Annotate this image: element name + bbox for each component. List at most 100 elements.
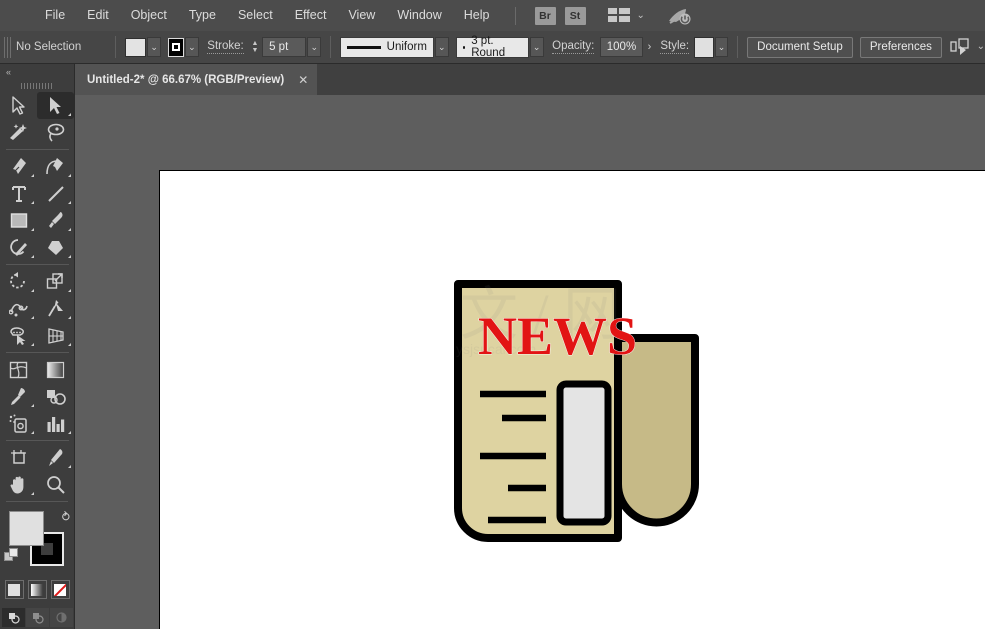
fill-color-swatch[interactable]	[125, 38, 146, 57]
menu-item-effect[interactable]: Effect	[284, 0, 338, 31]
stroke-weight-input[interactable]: 5 pt	[262, 37, 306, 57]
symbol-sprayer-tool[interactable]	[0, 410, 37, 437]
menu-item-select[interactable]: Select	[227, 0, 284, 31]
align-transform-icon[interactable]	[950, 38, 970, 56]
stroke-profile-select[interactable]: Uniform	[340, 37, 434, 58]
opacity-expand-icon[interactable]: ›	[643, 37, 655, 57]
canvas-area[interactable]: 文 / 网 ysjsucai.com NEWS	[75, 95, 985, 629]
gradient-mode-button[interactable]	[28, 580, 47, 599]
line-segment-tool[interactable]	[37, 180, 74, 207]
brush-definition-select[interactable]: 3 pt. Round	[456, 37, 529, 58]
perspective-grid-tool[interactable]	[37, 322, 74, 349]
stroke-weight-chevron-down-icon[interactable]: ⌄	[307, 37, 321, 57]
pen-tool[interactable]	[0, 153, 37, 180]
paintbrush-tool[interactable]	[37, 207, 74, 234]
tool-flyout-icon[interactable]	[31, 255, 34, 258]
menu-item-object[interactable]: Object	[120, 0, 178, 31]
tool-flyout-icon[interactable]	[68, 343, 71, 346]
tool-flyout-icon[interactable]	[31, 431, 34, 434]
opacity-label[interactable]: Opacity:	[552, 40, 594, 54]
stroke-chevron-down-icon[interactable]: ⌄	[185, 37, 199, 57]
stepper-down-icon[interactable]: ▼	[252, 47, 259, 54]
magic-wand-tool[interactable]	[0, 119, 37, 146]
menu-item-help[interactable]: Help	[453, 0, 501, 31]
graphic-style-swatch[interactable]	[694, 37, 714, 58]
mesh-tool[interactable]	[0, 356, 37, 383]
tool-flyout-icon[interactable]	[31, 174, 34, 177]
shape-builder-tool[interactable]	[0, 322, 37, 349]
color-mode-button[interactable]	[5, 580, 24, 599]
tool-flyout-icon[interactable]	[68, 228, 71, 231]
stroke-weight-label[interactable]: Stroke:	[207, 40, 243, 54]
selection-tool[interactable]	[0, 92, 37, 119]
newspaper-icon[interactable]: 文 / 网 ysjsucai.com NEWS	[450, 276, 720, 561]
eraser-tool[interactable]	[37, 234, 74, 261]
brush-chevron-down-icon[interactable]: ⌄	[530, 37, 544, 57]
menu-item-window[interactable]: Window	[386, 0, 452, 31]
artboard[interactable]: 文 / 网 ysjsucai.com NEWS	[159, 170, 985, 629]
lasso-tool[interactable]	[37, 119, 74, 146]
arrange-chevron-down-icon[interactable]: ⌄	[637, 11, 645, 21]
column-graph-tool[interactable]	[37, 410, 74, 437]
gradient-tool[interactable]	[37, 356, 74, 383]
tool-flyout-icon[interactable]	[31, 289, 34, 292]
curvature-tool[interactable]	[37, 153, 74, 180]
shaper-tool[interactable]	[0, 234, 37, 261]
style-chevron-down-icon[interactable]: ⌄	[715, 37, 729, 57]
stroke-weight-stepper[interactable]: ▲ ▼	[250, 37, 260, 57]
menu-item-type[interactable]: Type	[178, 0, 227, 31]
stepper-up-icon[interactable]: ▲	[252, 40, 259, 47]
style-label[interactable]: Style:	[660, 40, 689, 54]
tool-flyout-icon[interactable]	[31, 492, 34, 495]
transform-chevron-down-icon[interactable]: ⌄	[977, 42, 985, 52]
free-transform-tool[interactable]	[37, 295, 74, 322]
tool-flyout-icon[interactable]	[68, 174, 71, 177]
artboard-tool[interactable]	[0, 444, 37, 471]
tools-panel-grip[interactable]	[21, 79, 53, 92]
draw-normal-mode-button[interactable]	[2, 608, 25, 627]
tool-flyout-icon[interactable]	[68, 113, 71, 116]
bridge-icon[interactable]: Br	[535, 7, 556, 25]
fill-color-indicator[interactable]	[9, 511, 44, 546]
opacity-input[interactable]: 100%	[600, 37, 643, 57]
sync-settings-icon[interactable]	[667, 6, 693, 26]
default-fill-stroke-icon[interactable]	[4, 548, 19, 563]
document-setup-button[interactable]: Document Setup	[747, 37, 853, 58]
rectangle-tool[interactable]	[0, 207, 37, 234]
tool-flyout-icon[interactable]	[31, 343, 34, 346]
preferences-button[interactable]: Preferences	[860, 37, 942, 58]
tool-flyout-icon[interactable]	[68, 201, 71, 204]
hand-tool[interactable]	[0, 471, 37, 498]
rotate-tool[interactable]	[0, 268, 37, 295]
tool-flyout-icon[interactable]	[31, 201, 34, 204]
menu-item-file[interactable]: File	[34, 0, 76, 31]
width-tool[interactable]	[0, 295, 37, 322]
direct-selection-tool[interactable]	[37, 92, 74, 119]
swap-fill-stroke-icon[interactable]: ⥁	[62, 510, 70, 524]
type-tool[interactable]	[0, 180, 37, 207]
scale-tool[interactable]	[37, 268, 74, 295]
tool-flyout-icon[interactable]	[68, 255, 71, 258]
stock-icon[interactable]: St	[565, 7, 586, 25]
draw-inside-mode-button[interactable]	[50, 608, 73, 627]
collapse-panel-icon[interactable]: «	[0, 64, 74, 79]
document-tab[interactable]: Untitled-2* @ 66.67% (RGB/Preview) ✕	[75, 64, 317, 95]
tool-flyout-icon[interactable]	[31, 228, 34, 231]
draw-behind-mode-button[interactable]	[26, 608, 49, 627]
zoom-tool[interactable]	[37, 471, 74, 498]
eyedropper-tool[interactable]	[0, 383, 37, 410]
menu-item-view[interactable]: View	[337, 0, 386, 31]
tool-flyout-icon[interactable]	[68, 316, 71, 319]
slice-tool[interactable]	[37, 444, 74, 471]
tool-flyout-icon[interactable]	[68, 289, 71, 292]
tool-flyout-icon[interactable]	[31, 404, 34, 407]
tool-flyout-icon[interactable]	[68, 465, 71, 468]
stroke-profile-chevron-down-icon[interactable]: ⌄	[435, 37, 449, 57]
tool-flyout-icon[interactable]	[68, 431, 71, 434]
tool-flyout-icon[interactable]	[31, 316, 34, 319]
fill-chevron-down-icon[interactable]: ⌄	[147, 37, 161, 57]
control-bar-grip[interactable]	[4, 37, 11, 58]
arrange-documents-icon[interactable]	[608, 8, 630, 23]
none-mode-button[interactable]	[51, 580, 70, 599]
stroke-color-swatch[interactable]	[168, 38, 184, 57]
